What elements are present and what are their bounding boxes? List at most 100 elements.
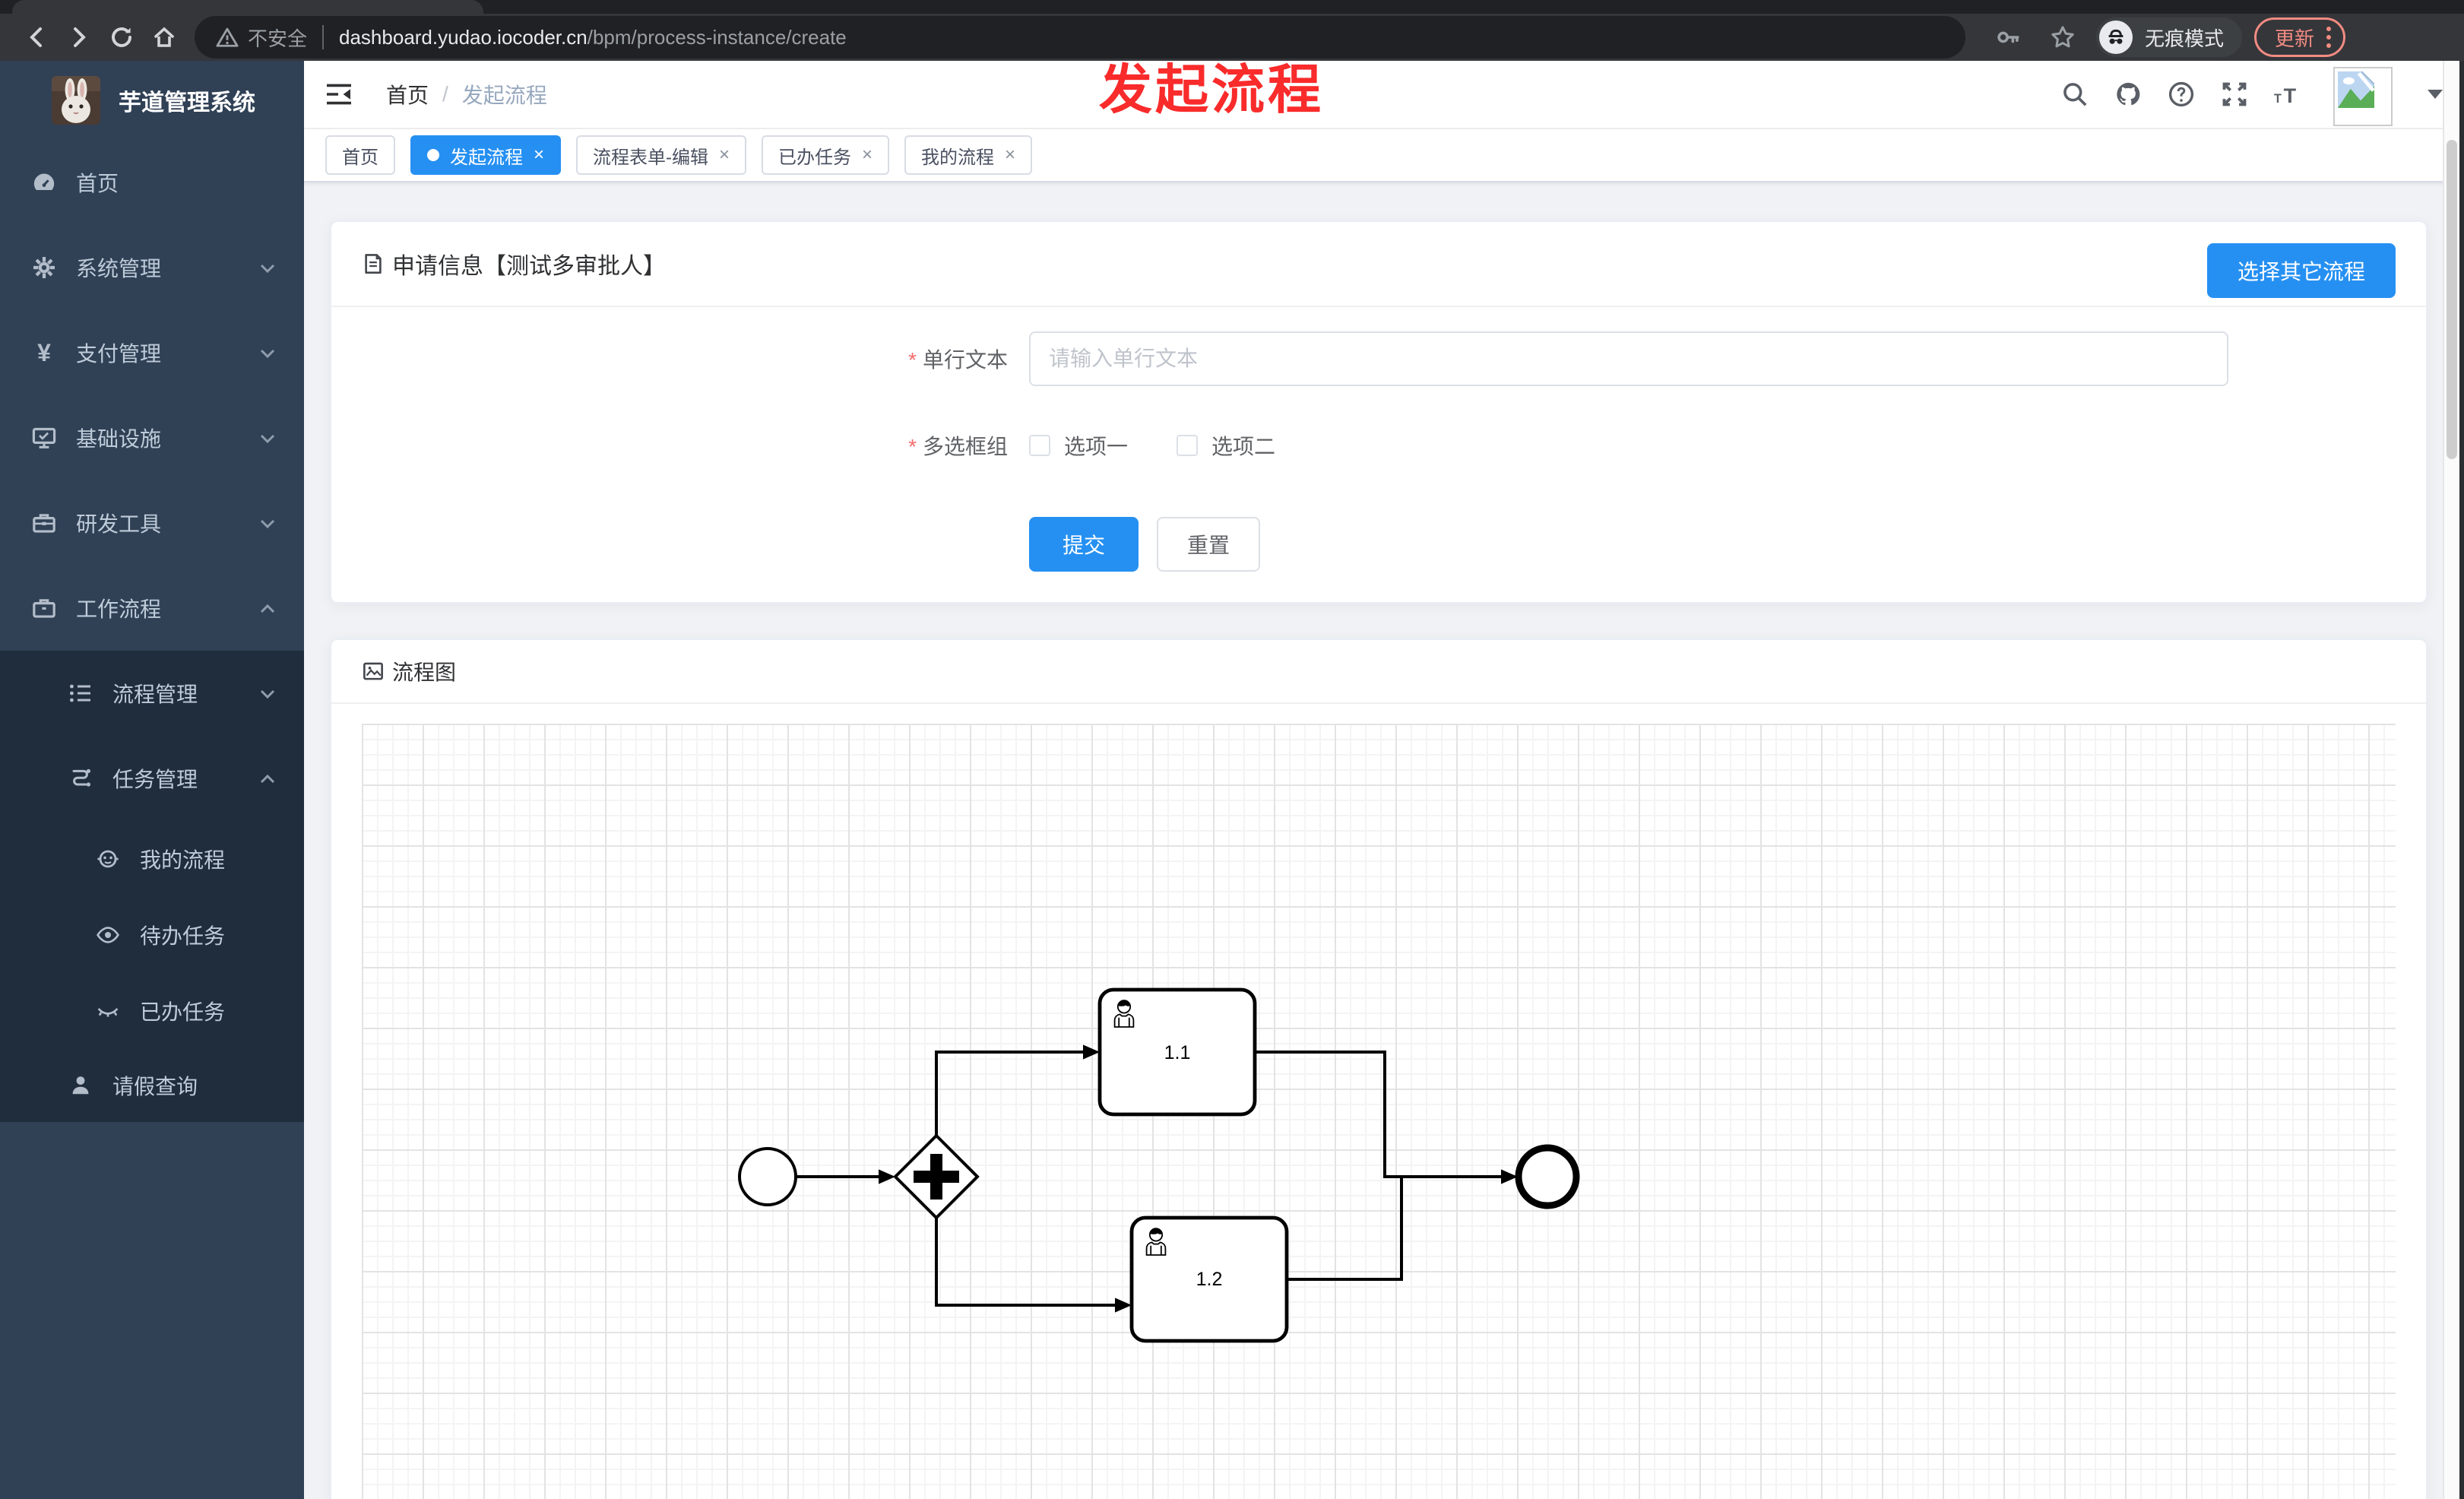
search-icon[interactable] xyxy=(2061,81,2089,108)
tag-home[interactable]: 首页 xyxy=(325,135,395,175)
bpmn-parallel-gateway[interactable] xyxy=(893,1133,980,1220)
close-icon[interactable] xyxy=(862,146,873,164)
sidebar-item-label: 已办任务 xyxy=(140,1000,226,1024)
reload-icon[interactable] xyxy=(100,17,143,57)
svg-text:T: T xyxy=(2284,84,2297,107)
sidebar-item-label: 请假查询 xyxy=(112,1075,198,1098)
field-label-checkbox-group: 多选框组 xyxy=(331,430,1008,461)
password-key-icon[interactable] xyxy=(1987,17,2029,57)
reset-button[interactable]: 重置 xyxy=(1157,517,1260,572)
browser-tab[interactable] xyxy=(12,0,483,15)
forward-icon[interactable] xyxy=(58,17,100,57)
gear-icon xyxy=(30,254,58,281)
bpmn-end-event[interactable] xyxy=(1515,1144,1580,1209)
fullscreen-icon[interactable] xyxy=(2221,81,2248,108)
sidebar-item-process-mgmt[interactable]: 流程管理 xyxy=(0,651,304,736)
sidebar-item-task-mgmt[interactable]: 任务管理 xyxy=(0,736,304,821)
sidebar-item-infra[interactable]: 基础设施 xyxy=(0,395,304,480)
dashboard-icon xyxy=(30,169,58,196)
close-icon[interactable] xyxy=(719,146,730,164)
address-bar[interactable]: 不安全 dashboard.yudao.iocoder.cn/bpm/proce… xyxy=(195,16,1965,59)
field-label-single-line-text: 单行文本 xyxy=(331,344,1008,374)
sidebar-collapse-icon[interactable] xyxy=(325,82,353,106)
tag-label: 我的流程 xyxy=(921,147,995,168)
toolbar-right: 无痕模式 更新 xyxy=(1987,17,2346,57)
help-icon[interactable] xyxy=(2168,81,2195,108)
yen-icon: ¥ xyxy=(37,339,51,366)
red-annotation-text: 发起流程 xyxy=(1099,60,1324,119)
sidebar-item-home[interactable]: 首页 xyxy=(0,140,304,225)
sidebar-item-label: 任务管理 xyxy=(112,768,198,791)
sidebar-item-label: 工作流程 xyxy=(76,597,162,621)
tag-label: 流程表单-编辑 xyxy=(593,147,709,168)
checkbox-option-1[interactable]: 选项一 xyxy=(1029,430,1128,461)
close-icon[interactable] xyxy=(534,146,544,164)
chevron-up-icon xyxy=(258,599,277,623)
bpmn-user-task-1-1[interactable]: 1.1 xyxy=(1097,987,1257,1117)
github-icon[interactable] xyxy=(2114,81,2142,108)
not-secure-label[interactable]: 不安全 xyxy=(248,24,307,52)
sidebar-item-devtools[interactable]: 研发工具 xyxy=(0,480,304,566)
select-other-process-button[interactable]: 选择其它流程 xyxy=(2206,243,2396,298)
sidebar-item-workflow[interactable]: 工作流程 xyxy=(0,566,304,651)
page-scrollbar[interactable] xyxy=(2443,61,2459,1499)
tag-my-process[interactable]: 我的流程 xyxy=(904,135,1033,175)
sidebar-item-label: 流程管理 xyxy=(112,683,198,706)
tag-start-process[interactable]: 发起流程 xyxy=(410,135,562,175)
breadcrumb-home[interactable]: 首页 xyxy=(386,79,429,109)
single-line-text-input[interactable] xyxy=(1029,331,2228,386)
breadcrumb-separator: / xyxy=(442,82,448,106)
checkbox-icon[interactable] xyxy=(1177,435,1199,456)
chrome-update-button[interactable]: 更新 xyxy=(2254,17,2346,57)
tag-label: 已办任务 xyxy=(778,147,852,168)
not-secure-warning-icon xyxy=(216,26,239,49)
bpmn-user-task-1-2[interactable]: 1.2 xyxy=(1129,1215,1289,1343)
sidebar-item-label: 研发工具 xyxy=(76,512,162,536)
incognito-icon xyxy=(2099,21,2133,54)
window-edge xyxy=(2459,61,2464,1499)
sidebar-item-todo-tasks[interactable]: 待办任务 xyxy=(0,897,304,973)
bpmn-start-event[interactable] xyxy=(738,1147,797,1206)
url-path[interactable]: /bpm/process-instance/create xyxy=(587,26,847,49)
sidebar-item-payment[interactable]: ¥ 支付管理 xyxy=(0,310,304,395)
sidebar-item-my-process[interactable]: 我的流程 xyxy=(0,821,304,897)
user-avatar[interactable] xyxy=(2333,67,2393,126)
bookmark-star-icon[interactable] xyxy=(2041,17,2084,57)
app-logo-row[interactable]: 芋道管理系统 xyxy=(0,61,304,140)
bpmn-diagram: 1.1 1.2 xyxy=(738,987,1580,1343)
picture-icon xyxy=(362,660,385,683)
sidebar: 芋道管理系统 首页 系统管理 ¥ 支付管理 基础设施 研发工具 工作流程 流程管… xyxy=(0,61,304,1499)
avatar-caret-icon[interactable] xyxy=(2428,90,2443,99)
apply-form: 单行文本 多选框组 选项一 xyxy=(331,307,2426,572)
sidebar-item-system[interactable]: 系统管理 xyxy=(0,225,304,310)
tag-done-tasks[interactable]: 已办任务 xyxy=(762,135,890,175)
toolbox-icon xyxy=(30,509,58,537)
apply-info-title: 申请信息【测试多审批人】 xyxy=(392,254,666,279)
bpmn-canvas[interactable]: 1.1 1.2 xyxy=(362,724,2396,1499)
scrollbar-thumb[interactable] xyxy=(2447,140,2457,459)
tag-form-edit[interactable]: 流程表单-编辑 xyxy=(576,135,747,175)
sidebar-item-label: 支付管理 xyxy=(76,342,162,366)
checkbox-icon[interactable] xyxy=(1029,435,1050,456)
home-icon[interactable] xyxy=(143,17,185,57)
close-icon[interactable] xyxy=(1005,146,1015,164)
form-row-checkbox-group: 多选框组 选项一 选项二 xyxy=(331,430,2426,461)
incognito-badge: 无痕模式 xyxy=(2096,17,2243,57)
form-row-text: 单行文本 xyxy=(331,331,2426,386)
chevron-up-icon xyxy=(258,769,277,794)
checkbox-label: 选项一 xyxy=(1064,435,1129,458)
workflow-icon xyxy=(30,594,58,622)
font-size-icon[interactable]: TT xyxy=(2274,81,2301,108)
page-content: 申请信息【测试多审批人】 选择其它流程 单行文本 多选框组 xyxy=(304,182,2464,1499)
app-title: 芋道管理系统 xyxy=(119,90,255,116)
submit-button[interactable]: 提交 xyxy=(1029,517,1139,572)
sidebar-item-label: 基础设施 xyxy=(76,427,162,451)
browser-menu-icon[interactable] xyxy=(2326,27,2332,48)
sidebar-item-done-tasks[interactable]: 已办任务 xyxy=(0,973,304,1049)
back-icon[interactable] xyxy=(15,17,58,57)
sidebar-item-label: 我的流程 xyxy=(140,848,226,872)
sidebar-item-label: 待办任务 xyxy=(140,924,226,948)
checkbox-option-2[interactable]: 选项二 xyxy=(1177,430,1275,461)
url-domain[interactable]: dashboard.yudao.iocoder.cn xyxy=(339,26,587,49)
sidebar-item-leave-query[interactable]: 请假查询 xyxy=(0,1049,304,1122)
